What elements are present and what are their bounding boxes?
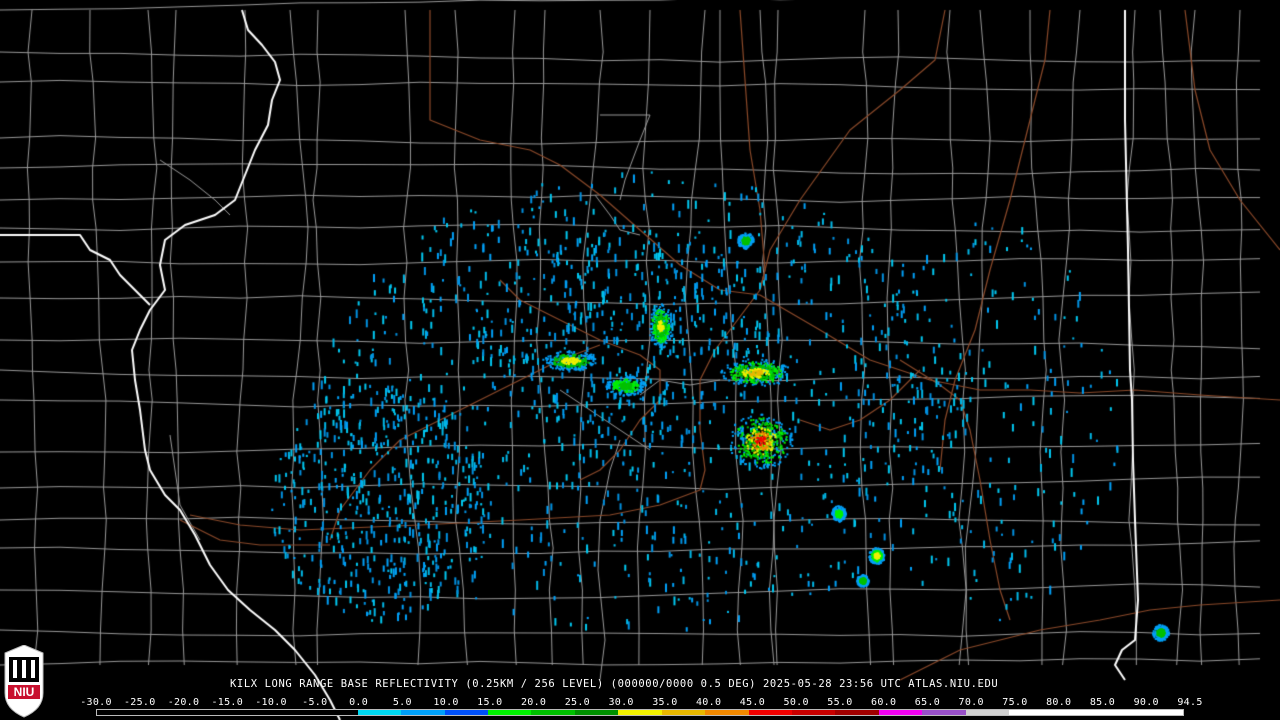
colorbar-tick-label: 0.0 xyxy=(349,697,369,708)
colorbar-tick-label: 70.0 xyxy=(958,697,984,708)
colorbar-tick-label: 10.0 xyxy=(433,697,459,708)
colorbar-tick-label: 94.5 xyxy=(1177,697,1203,708)
colorbar-tick-label: -20.0 xyxy=(167,697,200,708)
colorbar-tick-label: 60.0 xyxy=(871,697,897,708)
colorbar-swatch xyxy=(140,710,184,715)
colorbar-swatch xyxy=(357,710,402,715)
colorbar-tick-label: 65.0 xyxy=(914,697,941,708)
colorbar-swatch xyxy=(661,710,706,715)
colorbar-swatch xyxy=(835,710,879,715)
reflectivity-colorbar xyxy=(96,709,1184,716)
colorbar-tick-label: 25.0 xyxy=(564,697,591,708)
colorbar-tick-label: 15.0 xyxy=(477,697,503,708)
colorbar-swatch xyxy=(878,710,923,715)
colorbar-tick-label: 55.0 xyxy=(827,697,853,708)
colorbar-swatch xyxy=(792,710,836,715)
colorbar-tick-label: 45.0 xyxy=(739,697,766,708)
colorbar-swatch xyxy=(1052,710,1097,715)
colorbar-swatch xyxy=(227,710,271,715)
colorbar-labels: -30.0 -25.0 -20.0 -15.0 -10.0 -5.0 0.0 5.0 10.0 1… xyxy=(80,697,1202,709)
logo-text: NIU xyxy=(14,685,35,699)
colorbar-tick-label: -15.0 xyxy=(211,697,244,708)
colorbar-swatch xyxy=(922,710,966,715)
niu-logo: NIU xyxy=(4,645,44,718)
colorbar-tick-label: 50.0 xyxy=(783,697,809,708)
radar-map xyxy=(0,0,1280,720)
colorbar-tick-label: 75.0 xyxy=(1002,697,1028,708)
colorbar-tick-label: -10.0 xyxy=(255,697,287,708)
colorbar-tick-label: 35.0 xyxy=(652,697,678,708)
colorbar-swatch xyxy=(1096,710,1140,715)
colorbar-swatch xyxy=(748,710,792,715)
colorbar-swatch xyxy=(1139,710,1183,715)
colorbar-tick-label: 30.0 xyxy=(608,697,634,708)
colorbar-swatch xyxy=(401,710,445,715)
colorbar-swatch xyxy=(314,710,358,715)
colorbar-swatch xyxy=(705,710,749,715)
colorbar-swatch xyxy=(444,710,488,715)
colorbar-tick-label: 20.0 xyxy=(520,697,547,708)
colorbar-tick-label: -25.0 xyxy=(123,697,156,708)
colorbar-tick-label: 5.0 xyxy=(392,697,412,708)
colorbar-swatch xyxy=(270,710,315,715)
colorbar-swatch xyxy=(183,710,228,715)
colorbar-swatch xyxy=(618,710,662,715)
colorbar-swatch xyxy=(1009,710,1053,715)
colorbar-tick-label: -5.0 xyxy=(302,697,328,708)
colorbar-tick-label: 90.0 xyxy=(1133,697,1159,708)
colorbar-swatch xyxy=(965,710,1010,715)
colorbar-swatch xyxy=(531,710,575,715)
colorbar-swatch xyxy=(487,710,532,715)
product-caption: KILX LONG RANGE BASE REFLECTIVITY (0.25K… xyxy=(230,678,999,690)
colorbar-tick-label: 85.0 xyxy=(1089,697,1116,708)
colorbar-tick-label: -30.0 xyxy=(80,697,112,708)
colorbar-tick-label: 40.0 xyxy=(695,697,722,708)
colorbar-swatch xyxy=(574,710,619,715)
colorbar-tick-label: 80.0 xyxy=(1046,697,1072,708)
colorbar-swatch xyxy=(97,710,141,715)
